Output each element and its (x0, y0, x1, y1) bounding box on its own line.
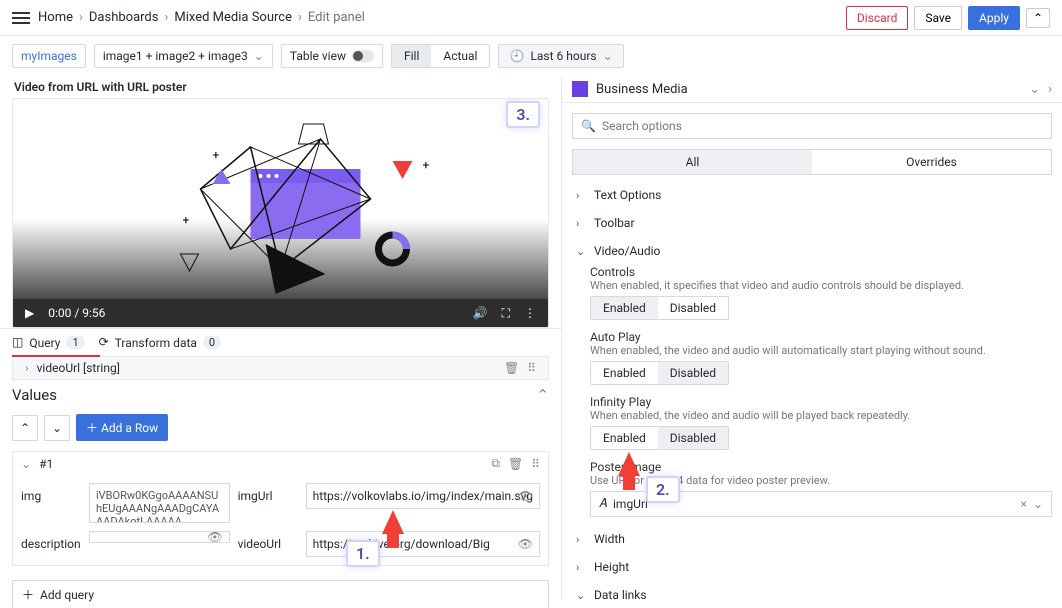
callout-2: 2. (646, 476, 680, 503)
crumb-src[interactable]: Mixed Media Source (174, 10, 292, 25)
controls-label: Controls (590, 265, 1052, 279)
fill-option[interactable]: Fill (392, 45, 431, 67)
controls-disabled[interactable]: Disabled (658, 297, 728, 319)
autoplay-enabled[interactable]: Enabled (591, 362, 658, 384)
drag-icon[interactable]: ⠿ (527, 361, 536, 375)
infinity-disabled[interactable]: Disabled (658, 427, 728, 449)
save-button[interactable]: Save (914, 6, 962, 30)
collapse-values[interactable]: ⌃ (536, 386, 549, 404)
delete-entry-icon[interactable]: 🗑 (508, 457, 523, 471)
eye-icon[interactable]: 👁 (207, 530, 222, 544)
eye-icon[interactable]: 👁 (518, 489, 533, 503)
values-heading: Values (12, 386, 57, 404)
more-icon[interactable]: ⋮ (524, 306, 536, 320)
panel-next[interactable]: › (1048, 82, 1052, 97)
copy-icon[interactable]: ⧉ (491, 456, 500, 471)
search-icon: 🔍 (581, 119, 596, 133)
description-input[interactable]: 👁 (89, 531, 230, 543)
add-query-button[interactable]: ＋ Add query (12, 580, 549, 608)
query-pill[interactable]: image1 + image2 + image3 ⌄ (94, 44, 273, 68)
expand-all-button[interactable]: ⌄ (44, 415, 70, 441)
svg-text:+: + (183, 213, 190, 227)
menu-icon[interactable] (12, 9, 30, 27)
section-video-audio[interactable]: ⌄Video/Audio (572, 237, 1052, 265)
datasource-pill[interactable]: myImages (12, 44, 86, 68)
video-panel: + + + 3. ▶ 0:00 / 9:56 🔊 ⛶ ⋮ (12, 98, 549, 328)
videourl-label: videoUrl (238, 531, 298, 551)
tab-all[interactable]: All (573, 150, 812, 174)
chevron-down-icon[interactable]: ⌄ (1033, 497, 1043, 511)
description-label: description (21, 531, 81, 551)
svg-text:+: + (423, 158, 430, 172)
query-tab[interactable]: ◫Query1 (12, 335, 85, 350)
svg-text:+: + (213, 148, 220, 162)
img-label: img (21, 483, 81, 503)
delete-icon[interactable]: 🗑 (504, 361, 519, 375)
poster-graphic: + + + (13, 99, 548, 299)
panel-title: Video from URL with URL poster (12, 76, 549, 98)
imgurl-label: imgUrl (238, 483, 298, 503)
infinity-enabled[interactable]: Enabled (591, 427, 658, 449)
tableview-toggle[interactable]: Table view (281, 44, 383, 68)
video-controls[interactable]: ▶ 0:00 / 9:56 🔊 ⛶ ⋮ (13, 299, 548, 327)
crumb-home[interactable]: Home (38, 10, 73, 25)
plugin-icon (572, 81, 588, 97)
section-text-options[interactable]: ›Text Options (572, 181, 1052, 209)
fullscreen-icon[interactable]: ⛶ (502, 306, 510, 321)
videourl-input[interactable]: https://archive.org/download/Big👁 (306, 531, 540, 557)
volume-icon[interactable]: 🔊 (473, 306, 488, 320)
transform-tab[interactable]: ⟳Transform data0 (99, 335, 221, 350)
clear-icon[interactable]: × (1021, 497, 1027, 511)
autoplay-label: Auto Play (590, 330, 1052, 344)
add-row-button[interactable]: ＋ Add a Row (76, 414, 168, 441)
search-options[interactable]: 🔍Search options (572, 113, 1052, 139)
crumb-dash[interactable]: Dashboards (89, 10, 159, 25)
entry-title: #1 (39, 457, 53, 471)
callout-1: 1. (346, 540, 380, 567)
autoplay-disabled[interactable]: Disabled (658, 362, 728, 384)
tab-overrides[interactable]: Overrides (812, 150, 1051, 174)
collapse-button[interactable]: ⌃ (1026, 8, 1050, 28)
actual-option[interactable]: Actual (431, 45, 489, 67)
video-time: 0:00 / 9:56 (48, 306, 105, 320)
fit-segment: Fill Actual (391, 44, 491, 68)
callout-3: 3. (506, 101, 540, 128)
clock-icon: 🕘 (509, 49, 524, 63)
section-width[interactable]: ›Width (572, 525, 1052, 553)
controls-desc: When enabled, it specifies that video an… (590, 279, 1052, 292)
section-toolbar[interactable]: ›Toolbar (572, 209, 1052, 237)
collapse-all-button[interactable]: ⌃ (12, 415, 38, 441)
poster-label: Poster Image (590, 460, 1052, 474)
plugin-dropdown[interactable]: ⌄ (1029, 82, 1040, 97)
imgurl-input[interactable]: https://volkovlabs.io/img/index/main.svg… (306, 483, 540, 509)
drag-entry-icon[interactable]: ⠿ (531, 457, 540, 471)
timerange-picker[interactable]: 🕘Last 6 hours⌄ (498, 44, 623, 68)
breadcrumb: Home› Dashboards› Mixed Media Source› Ed… (38, 10, 365, 25)
plugin-title: Business Media (596, 82, 688, 97)
annotation-arrow-1 (382, 510, 404, 534)
field-row[interactable]: ›videoUrl [string] 🗑 ⠿ (12, 356, 549, 380)
infinity-label: Infinity Play (590, 395, 1052, 409)
infinity-desc: When enabled, the video and audio will b… (590, 409, 1052, 422)
autoplay-desc: When enabled, the video and audio will a… (590, 344, 1052, 357)
section-datalinks[interactable]: ⌄Data links (572, 581, 1052, 599)
apply-button[interactable]: Apply (968, 6, 1020, 30)
eye-icon[interactable]: 👁 (518, 537, 533, 551)
discard-button[interactable]: Discard (846, 6, 909, 30)
img-input[interactable]: iVBORw0KGgoAAAANSUhEUgAAANgAAADgCAYAAADA… (89, 483, 230, 523)
section-height[interactable]: ›Height (572, 553, 1052, 581)
annotation-arrow-2 (618, 452, 640, 476)
crumb-edit: Edit panel (308, 10, 365, 25)
controls-enabled[interactable]: Enabled (591, 297, 658, 319)
play-icon[interactable]: ▶ (25, 306, 34, 320)
field-icon: 𝐴 (599, 497, 607, 511)
